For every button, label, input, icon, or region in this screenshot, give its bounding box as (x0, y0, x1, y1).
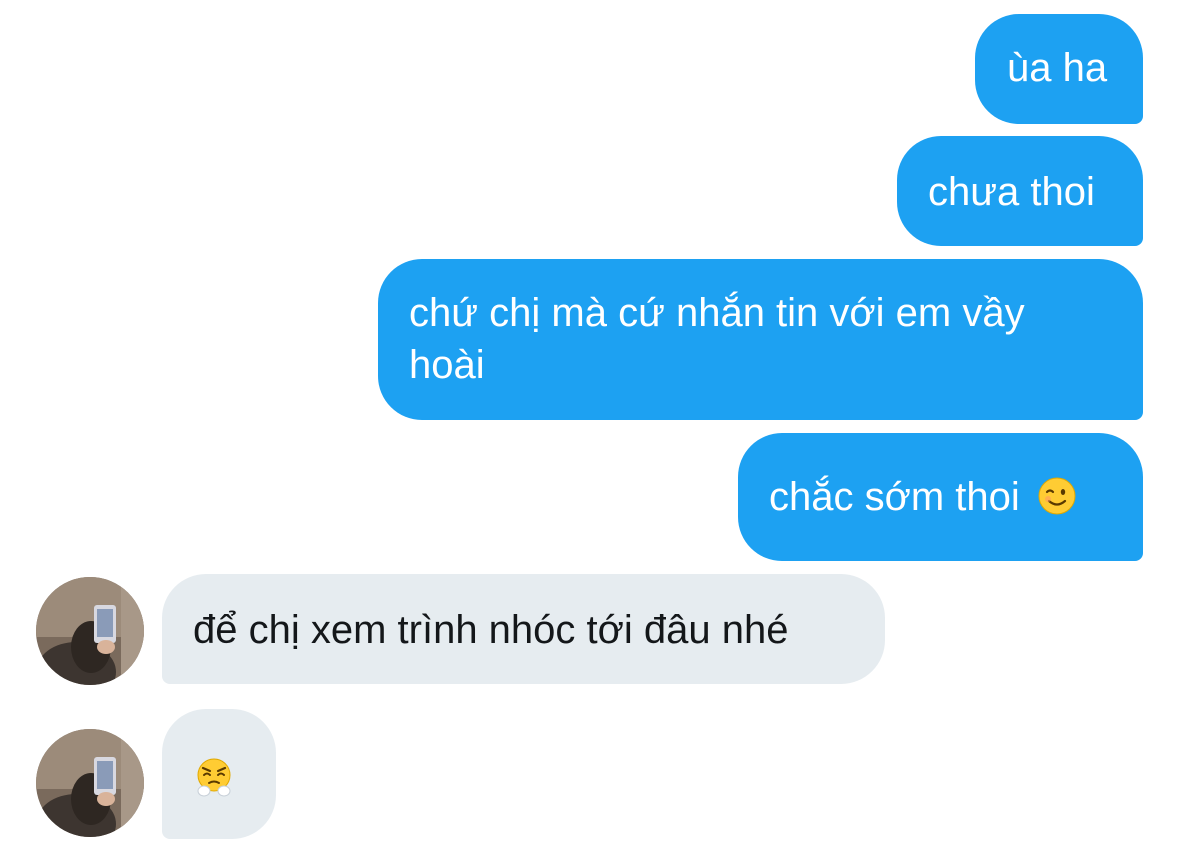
contact-avatar[interactable] (36, 729, 144, 837)
contact-avatar[interactable] (36, 577, 144, 685)
message-text: chứ chị mà cứ nhắn tin với em vầy hoài (409, 291, 1025, 387)
message-text: để chị xem trình nhóc tới đâu nhé (193, 608, 789, 652)
message-bubble-outgoing[interactable]: chưa thoi (897, 136, 1143, 246)
message-text: chưa thoi (928, 170, 1095, 214)
message-bubble-outgoing[interactable]: chắc sớm thoi (738, 433, 1143, 561)
contact-avatar-photo-icon (36, 729, 144, 837)
message-bubble-outgoing[interactable]: chứ chị mà cứ nhắn tin với em vầy hoài (378, 259, 1143, 420)
message-bubble-incoming[interactable] (162, 709, 276, 839)
message-bubble-incoming[interactable]: để chị xem trình nhóc tới đâu nhé (162, 574, 885, 684)
face-with-steam-from-nose-emoji-icon (194, 757, 234, 797)
message-text: chắc sớm thoi (769, 475, 1020, 519)
contact-avatar-photo-icon (36, 577, 144, 685)
winking-face-emoji-icon (1037, 476, 1077, 516)
message-text: ùa ha (1007, 46, 1108, 90)
conversation-thread: ùa ha chưa thoi chứ chị mà cứ nhắn tin v… (0, 0, 1179, 864)
message-bubble-outgoing[interactable]: ùa ha (975, 14, 1143, 124)
